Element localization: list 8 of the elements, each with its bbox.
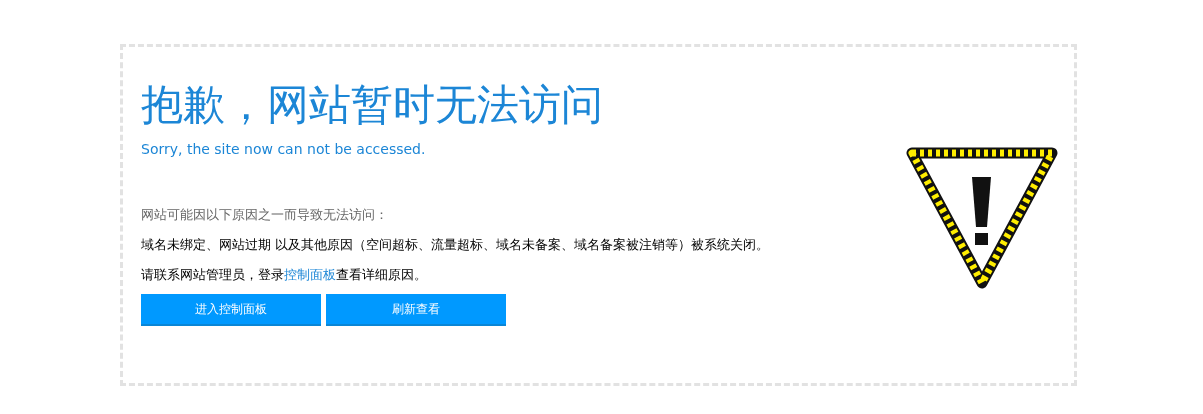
action-button[interactable]: 刷新查看	[326, 294, 506, 326]
control-panel-link[interactable]: 控制面板	[284, 267, 336, 282]
reasons-text: 域名未绑定、网站过期 以及其他原因（空间超标、流量超标、域名未备案、域名备案被注销等）被系统关闭。	[141, 237, 770, 252]
error-subtitle: Sorry, the site now can not be accessed.	[141, 141, 426, 157]
contact-text: 请联系网站管理员，登录控制面板查看详细原因。	[141, 267, 427, 282]
error-title: 抱歉，网站暂时无法访问	[141, 79, 603, 131]
action-button[interactable]: 进入控制面板	[141, 294, 321, 326]
reasons-intro: 网站可能因以下原因之一而导致无法访问：	[141, 207, 388, 222]
